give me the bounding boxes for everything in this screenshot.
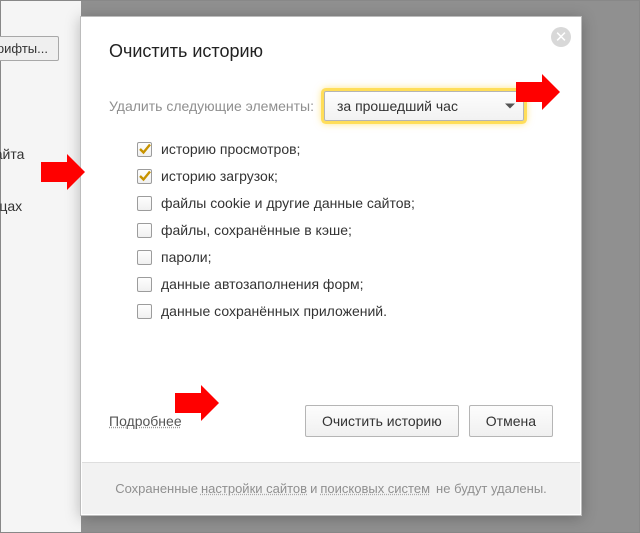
checkbox[interactable] bbox=[137, 223, 152, 238]
checkbox[interactable] bbox=[137, 196, 152, 211]
footer-text-3: не будут удалены. bbox=[436, 481, 547, 496]
period-select[interactable]: за прошедший час bbox=[324, 91, 524, 121]
option-row[interactable]: файлы cookie и другие данные сайтов; bbox=[137, 195, 553, 211]
period-row: Удалить следующие элементы: за прошедший… bbox=[109, 91, 524, 121]
clear-history-dialog: ✕ Очистить историю Удалить следующие эле… bbox=[80, 16, 582, 516]
option-row[interactable]: данные сохранённых приложений. bbox=[137, 303, 553, 319]
checkbox[interactable] bbox=[137, 250, 152, 265]
dialog-footer: Сохраненные настройки сайтов и поисковых… bbox=[82, 462, 580, 514]
option-label: файлы, сохранённые в кэше; bbox=[161, 222, 352, 238]
option-row[interactable]: данные автозаполнения форм; bbox=[137, 276, 553, 292]
option-label: данные автозаполнения форм; bbox=[161, 276, 364, 292]
footer-link-search-engines[interactable]: поисковых систем bbox=[320, 481, 430, 496]
option-label: файлы cookie и другие данные сайтов; bbox=[161, 195, 415, 211]
options-list: историю просмотров; историю загрузок; файл… bbox=[137, 141, 553, 319]
chevron-down-icon bbox=[505, 104, 515, 109]
footer-text-1: Сохраненные bbox=[115, 481, 198, 496]
bg-text-site: и сайта bbox=[0, 146, 24, 162]
option-label: данные сохранённых приложений. bbox=[161, 303, 387, 319]
close-icon: ✕ bbox=[555, 30, 568, 45]
option-row[interactable]: историю просмотров; bbox=[137, 141, 553, 157]
checkbox[interactable] bbox=[137, 304, 152, 319]
period-label: Удалить следующие элементы: bbox=[109, 98, 314, 114]
checkbox[interactable] bbox=[137, 169, 152, 184]
bg-text-pages: аницах bbox=[0, 198, 22, 214]
period-select-value: за прошедший час bbox=[337, 98, 458, 114]
checkbox[interactable] bbox=[137, 277, 152, 292]
clear-history-button[interactable]: Очистить историю bbox=[305, 405, 459, 437]
background-panel bbox=[1, 1, 81, 532]
footer-link-site-settings[interactable]: настройки сайтов bbox=[201, 481, 307, 496]
option-label: историю загрузок; bbox=[161, 168, 278, 184]
cancel-button[interactable]: Отмена bbox=[469, 405, 553, 437]
fonts-button[interactable]: Шрифты... bbox=[0, 36, 59, 61]
option-row[interactable]: файлы, сохранённые в кэше; bbox=[137, 222, 553, 238]
close-button[interactable]: ✕ bbox=[551, 27, 571, 47]
option-label: историю просмотров; bbox=[161, 141, 300, 157]
details-link[interactable]: Подробнее bbox=[109, 413, 182, 429]
annotation-arrow-select bbox=[516, 74, 560, 110]
checkbox[interactable] bbox=[137, 142, 152, 157]
option-row[interactable]: историю загрузок; bbox=[137, 168, 553, 184]
dialog-title: Очистить историю bbox=[109, 41, 263, 62]
footer-text-2: и bbox=[310, 481, 317, 496]
option-label: пароли; bbox=[161, 249, 212, 265]
annotation-arrow-checkboxes bbox=[41, 154, 85, 190]
annotation-arrow-clear-button bbox=[175, 385, 219, 421]
option-row[interactable]: пароли; bbox=[137, 249, 553, 265]
